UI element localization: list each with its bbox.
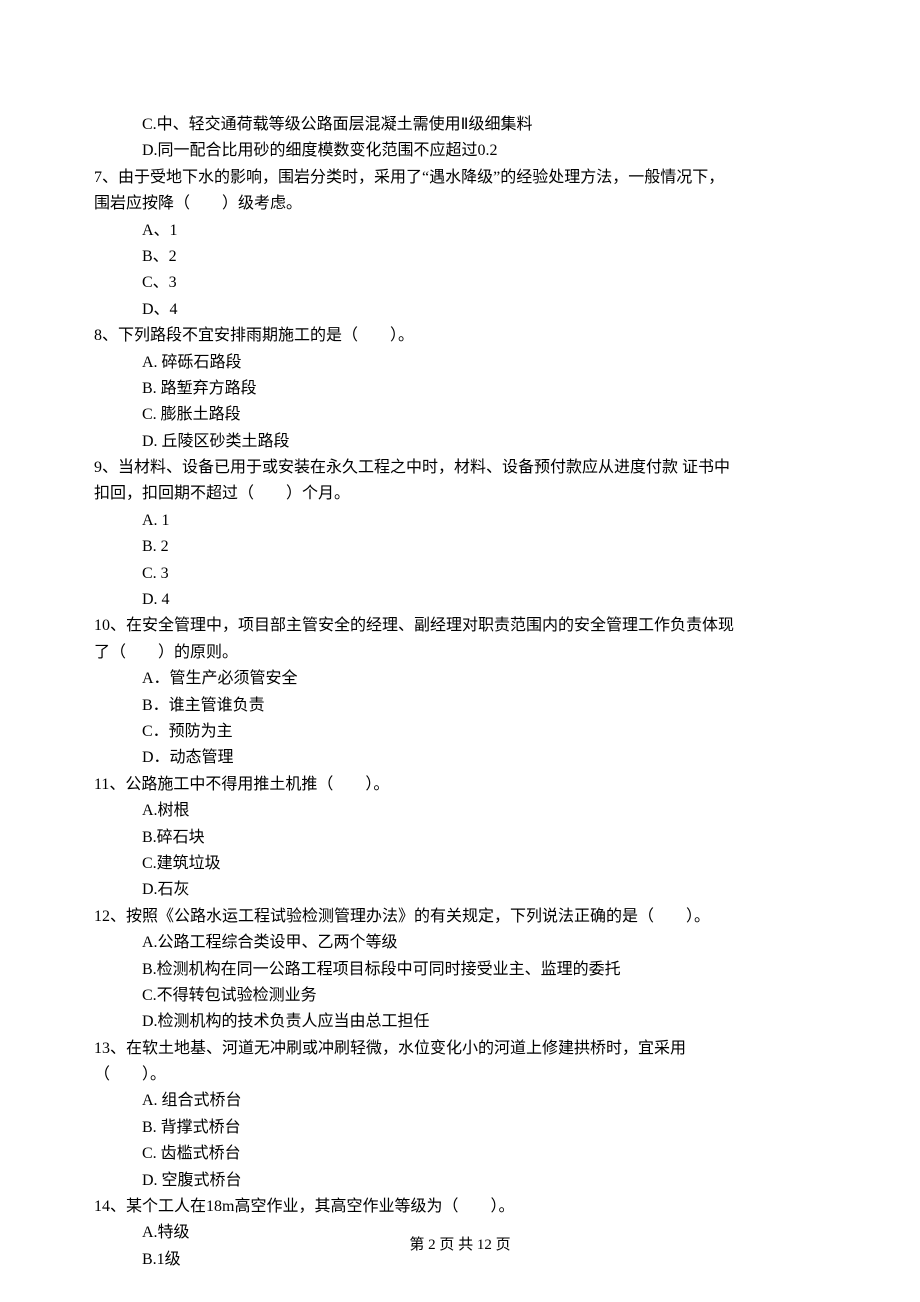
q9-option-d: D. 4 <box>94 587 826 613</box>
q10-option-a: A．管生产必须管安全 <box>94 666 826 692</box>
q7-option-d: D、4 <box>94 297 826 323</box>
q10-option-d: D．动态管理 <box>94 745 826 771</box>
q12-option-d: D.检测机构的技术负责人应当由总工担任 <box>94 1009 826 1035</box>
q12-option-b: B.检测机构在同一公路工程项目标段中可同时接受业主、监理的委托 <box>94 957 826 983</box>
q8-option-b: B. 路堑弃方路段 <box>94 376 826 402</box>
q9-option-c: C. 3 <box>94 561 826 587</box>
q9-stem-line1: 9、当材料、设备已用于或安装在永久工程之中时，材料、设备预付款应从进度付款 证书… <box>94 455 826 481</box>
q12-option-c: C.不得转包试验检测业务 <box>94 983 826 1009</box>
q10-option-b: B．谁主管谁负责 <box>94 693 826 719</box>
q10-stem-line1: 10、在安全管理中，项目部主管安全的经理、副经理对职责范围内的安全管理工作负责体… <box>94 613 826 639</box>
q11-option-c: C.建筑垃圾 <box>94 851 826 877</box>
q11-option-a: A.树根 <box>94 798 826 824</box>
q12-stem: 12、按照《公路水运工程试验检测管理办法》的有关规定，下列说法正确的是（ ）。 <box>94 904 826 930</box>
q9-stem-line2: 扣回，扣回期不超过（ ）个月。 <box>94 481 826 507</box>
q6-option-d: D.同一配合比用砂的细度模数变化范围不应超过0.2 <box>94 138 826 164</box>
q7-option-c: C、3 <box>94 270 826 296</box>
q11-option-b: B.碎石块 <box>94 825 826 851</box>
q8-option-a: A. 碎砾石路段 <box>94 350 826 376</box>
q7-option-a: A、1 <box>94 218 826 244</box>
q11-stem: 11、公路施工中不得用推土机推（ ）。 <box>94 772 826 798</box>
q7-stem-line2: 围岩应按降（ ）级考虑。 <box>94 191 826 217</box>
q13-option-a: A. 组合式桥台 <box>94 1088 826 1114</box>
page-footer: 第 2 页 共 12 页 <box>0 1233 920 1258</box>
q10-option-c: C．预防为主 <box>94 719 826 745</box>
q13-stem-line1: 13、在软土地基、河道无冲刷或冲刷轻微，水位变化小的河道上修建拱桥时，宜采用 <box>94 1036 826 1062</box>
q14-stem: 14、某个工人在18m高空作业，其高空作业等级为（ ）。 <box>94 1194 826 1220</box>
q10-stem-line2: 了（ ）的原则。 <box>94 640 826 666</box>
page-container: C.中、轻交通荷载等级公路面层混凝土需使用Ⅱ级细集料 D.同一配合比用砂的细度模… <box>0 0 920 1302</box>
q7-option-b: B、2 <box>94 244 826 270</box>
q9-option-a: A. 1 <box>94 508 826 534</box>
q13-option-c: C. 齿槛式桥台 <box>94 1141 826 1167</box>
q8-stem: 8、下列路段不宜安排雨期施工的是（ ）。 <box>94 323 826 349</box>
q8-option-c: C. 膨胀土路段 <box>94 402 826 428</box>
q13-option-b: B. 背撑式桥台 <box>94 1115 826 1141</box>
q8-option-d: D. 丘陵区砂类土路段 <box>94 429 826 455</box>
q9-option-b: B. 2 <box>94 534 826 560</box>
q12-option-a: A.公路工程综合类设甲、乙两个等级 <box>94 930 826 956</box>
q7-stem-line1: 7、由于受地下水的影响，围岩分类时，采用了“遇水降级”的经验处理方法，一般情况下… <box>94 165 826 191</box>
q11-option-d: D.石灰 <box>94 877 826 903</box>
q13-stem-line2: （ ）。 <box>94 1062 826 1088</box>
q13-option-d: D. 空腹式桥台 <box>94 1168 826 1194</box>
q6-option-c: C.中、轻交通荷载等级公路面层混凝土需使用Ⅱ级细集料 <box>94 112 826 138</box>
